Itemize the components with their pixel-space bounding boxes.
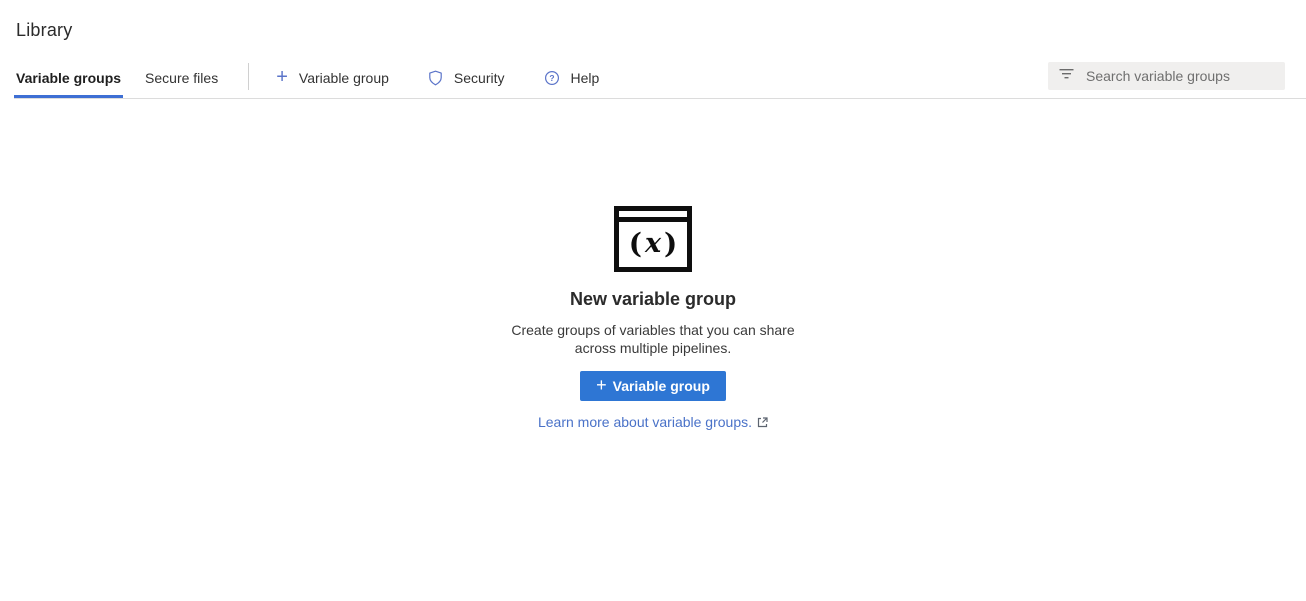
learn-more-link-label: Learn more about variable groups. <box>538 414 752 430</box>
empty-state: ( x ) New variable group Create groups o… <box>443 206 863 430</box>
empty-state-title: New variable group <box>570 289 736 310</box>
icon-close-paren: ) <box>664 230 677 258</box>
search-box[interactable] <box>1048 62 1285 90</box>
help-button[interactable]: ? Help <box>544 57 600 98</box>
svg-text:?: ? <box>549 73 554 83</box>
search-input[interactable] <box>1086 68 1277 84</box>
learn-more-link[interactable]: Learn more about variable groups. <box>538 414 768 430</box>
tab-secure-files[interactable]: Secure files <box>143 57 220 98</box>
variable-group-primary-button-label: Variable group <box>613 378 710 394</box>
tab-variable-groups-label: Variable groups <box>16 70 121 86</box>
icon-x-glyph: x <box>642 230 664 257</box>
add-variable-group-label: Variable group <box>299 70 389 86</box>
add-variable-group-button[interactable]: + Variable group <box>276 57 389 98</box>
page-title: Library <box>16 20 1290 41</box>
security-button[interactable]: Security <box>428 57 505 98</box>
filter-icon <box>1059 67 1074 85</box>
shield-icon <box>428 70 443 86</box>
plus-icon: + <box>276 67 288 87</box>
tab-variable-groups[interactable]: Variable groups <box>14 57 123 98</box>
help-label: Help <box>571 70 600 86</box>
tab-secure-files-label: Secure files <box>145 70 218 86</box>
plus-icon: + <box>596 376 607 394</box>
toolbar-divider <box>248 63 249 90</box>
security-label: Security <box>454 70 505 86</box>
empty-state-description-line2: across multiple pipelines. <box>511 339 794 357</box>
variable-group-icon-body: ( x ) <box>619 222 687 267</box>
variable-group-primary-button[interactable]: + Variable group <box>580 371 726 401</box>
empty-state-description-line1: Create groups of variables that you can … <box>511 321 794 339</box>
empty-state-description: Create groups of variables that you can … <box>511 321 794 357</box>
variable-group-icon: ( x ) <box>614 206 692 272</box>
page-header: Library <box>0 0 1306 41</box>
external-link-icon <box>757 415 768 431</box>
icon-open-paren: ( <box>629 230 642 258</box>
help-icon: ? <box>544 70 560 86</box>
